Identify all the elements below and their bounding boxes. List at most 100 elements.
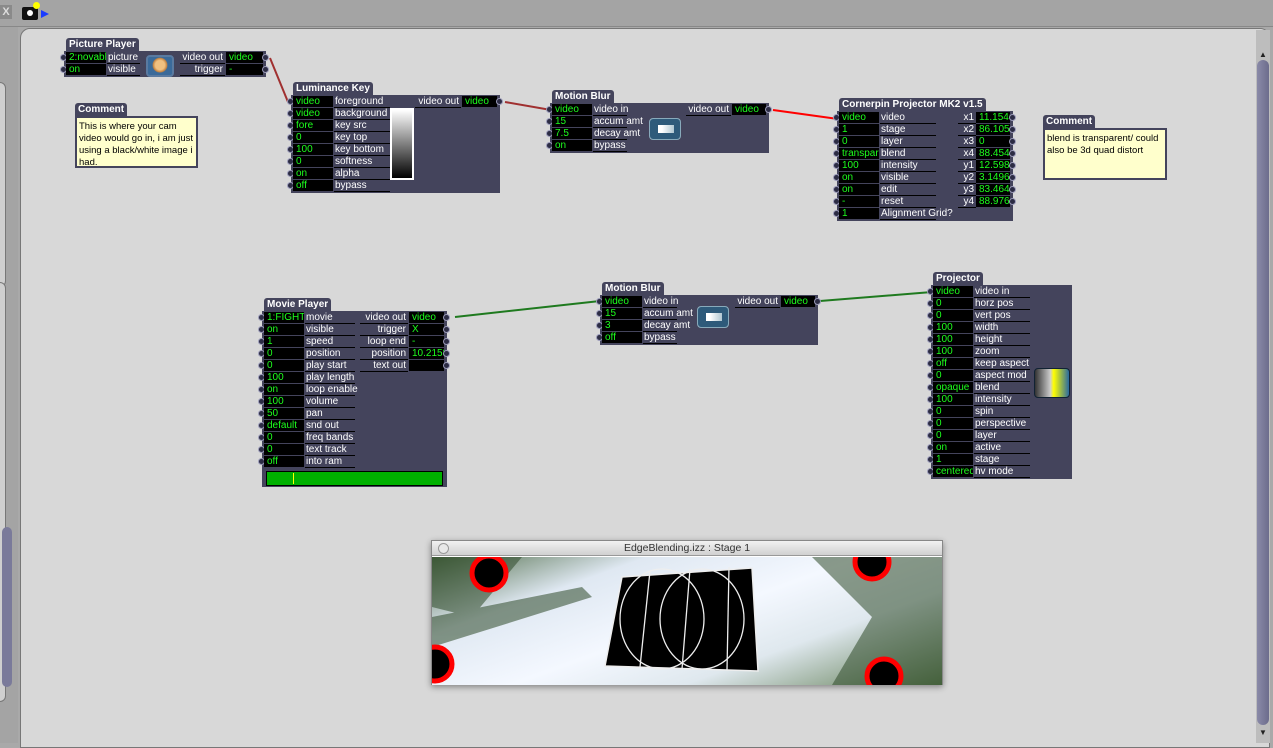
left-scrollbar[interactable] [2,527,12,687]
input-value[interactable]: video [602,296,642,307]
input-value[interactable]: video [839,112,879,123]
input-value[interactable]: 7.5 [552,128,592,139]
output-port[interactable] [443,350,450,357]
output-port[interactable] [1009,138,1016,145]
input-value[interactable]: on [933,442,973,453]
progress-playhead[interactable] [293,473,295,484]
input-value[interactable]: off [602,332,642,343]
window-close-button[interactable] [438,543,449,554]
stage-titlebar[interactable]: EdgeBlending.izz : Stage 1 [432,541,942,556]
output-port[interactable] [443,314,450,321]
input-value[interactable]: 1 [933,454,973,465]
input-value[interactable]: 100 [839,160,879,171]
input-value[interactable]: 0 [933,310,973,321]
actor-title[interactable]: Motion Blur [602,282,664,296]
output-port[interactable] [1009,150,1016,157]
input-value[interactable]: video [293,96,333,107]
actor-title[interactable]: Movie Player [264,298,332,312]
input-value[interactable]: 100 [933,346,973,357]
input-value[interactable]: 0 [933,406,973,417]
input-value[interactable]: 0 [839,136,879,147]
comment-text[interactable]: blend is transparent/ could also be 3d q… [1043,128,1167,180]
comment-title[interactable]: Comment [75,103,128,117]
input-value[interactable]: 0 [933,430,973,441]
input-value[interactable]: 100 [933,334,973,345]
input-value[interactable]: 15 [552,116,592,127]
vertical-scrollbar[interactable]: ▲ ▼ [1256,30,1270,743]
input-row: on edit [833,184,939,196]
input-value[interactable]: 1 [839,208,879,219]
comment-text[interactable]: This is where your cam video would go in… [75,116,198,168]
input-value[interactable]: on [66,64,106,75]
input-value[interactable]: 100 [933,394,973,405]
comment-title[interactable]: Comment [1043,115,1096,129]
output-port[interactable] [443,362,450,369]
input-value[interactable]: on [293,168,333,179]
close-button[interactable]: X [0,5,12,19]
input-value[interactable]: 0 [933,298,973,309]
output-port[interactable] [1009,114,1016,121]
input-value[interactable]: 0 [264,360,304,371]
input-value[interactable]: 100 [264,372,304,383]
scroll-thumb[interactable] [1257,60,1269,725]
output-port[interactable] [496,98,503,105]
output-port[interactable] [262,66,269,73]
input-value[interactable]: video [293,108,333,119]
input-value[interactable]: centered [933,466,973,477]
input-value[interactable]: video [933,286,973,297]
input-value[interactable]: 50 [264,408,304,419]
input-value[interactable]: 100 [933,322,973,333]
input-value[interactable]: video [552,104,592,115]
input-value[interactable]: 0 [933,370,973,381]
play-icon[interactable] [41,10,49,18]
input-value[interactable]: 15 [602,308,642,319]
input-value[interactable]: 0 [293,132,333,143]
actor-title[interactable]: Picture Player [66,38,139,52]
input-value[interactable]: 3 [602,320,642,331]
input-value[interactable]: 1 [264,336,304,347]
input-value[interactable]: - [839,196,879,207]
input-value[interactable]: 0 [933,418,973,429]
scroll-down-icon[interactable]: ▼ [1259,728,1267,737]
input-value[interactable]: on [264,324,304,335]
output-port[interactable] [443,326,450,333]
movie-progress-bar[interactable] [266,471,443,486]
input-value[interactable]: 0 [264,432,304,443]
input-value[interactable]: 0 [264,444,304,455]
output-port[interactable] [1009,186,1016,193]
output-port[interactable] [262,54,269,61]
output-port[interactable] [1009,126,1016,133]
input-value[interactable]: 100 [264,396,304,407]
input-value[interactable]: 1 [839,124,879,135]
input-value[interactable]: default [264,420,304,431]
input-value[interactable]: 2:novabl [66,52,106,63]
output-port[interactable] [1009,174,1016,181]
input-value[interactable]: off [264,456,304,467]
output-port[interactable] [1009,198,1016,205]
input-value[interactable]: fore [293,120,333,131]
input-value[interactable]: off [933,358,973,369]
actor-title[interactable]: Projector [933,272,983,286]
input-value[interactable]: 1:FIGHT [264,312,304,323]
input-value[interactable]: on [552,140,592,151]
input-value[interactable]: transpar [839,148,879,159]
scroll-up-icon[interactable]: ▲ [1259,50,1267,59]
output-port[interactable] [765,106,772,113]
input-value[interactable]: off [293,180,333,191]
actor-title[interactable]: Cornerpin Projector MK2 v1.5 [839,98,986,112]
output-port[interactable] [443,338,450,345]
input-value[interactable]: on [264,384,304,395]
input-value[interactable]: 0 [293,156,333,167]
output-value: video [781,296,815,307]
input-value[interactable]: on [839,172,879,183]
input-row: video background [287,108,393,120]
output-port[interactable] [1009,162,1016,169]
stage-window[interactable]: EdgeBlending.izz : Stage 1 [431,540,943,685]
input-value[interactable]: 100 [293,144,333,155]
input-value[interactable]: on [839,184,879,195]
input-value[interactable]: 0 [264,348,304,359]
actor-title[interactable]: Motion Blur [552,90,614,104]
output-port[interactable] [814,298,821,305]
input-value[interactable]: opaque [933,382,973,393]
actor-title[interactable]: Luminance Key [293,82,373,96]
